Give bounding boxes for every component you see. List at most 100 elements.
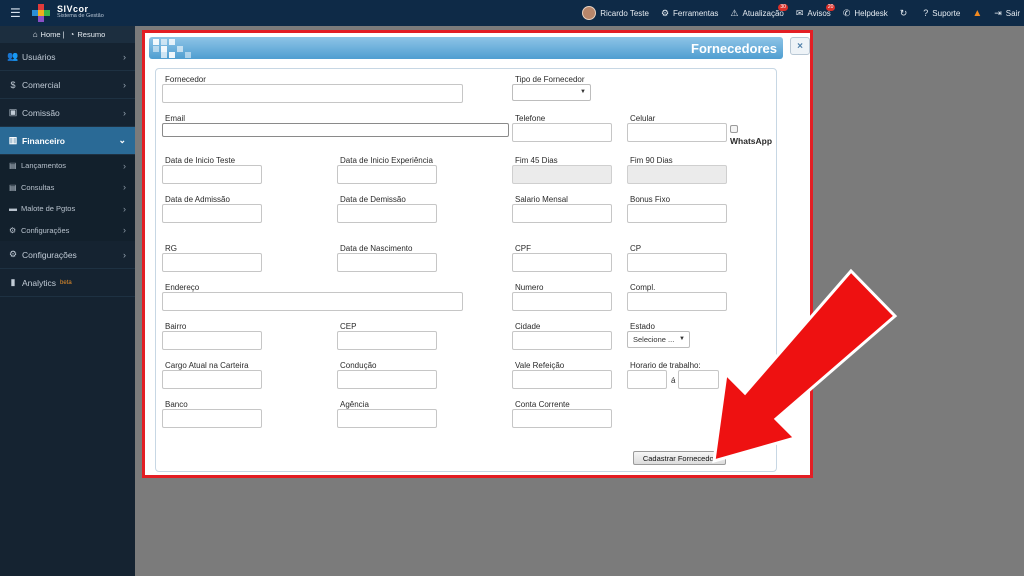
warning-icon: ⚠	[730, 7, 739, 18]
card-icon: ▬	[9, 204, 17, 214]
bar-chart-icon: ▮	[10, 277, 16, 287]
salario-input[interactable]	[512, 204, 612, 223]
sidebar-item-label: Comissão	[22, 107, 60, 118]
sair-button[interactable]: ⇥ Sair	[994, 8, 1020, 19]
fim45-input	[512, 165, 612, 184]
nascimento-input[interactable]	[337, 253, 437, 272]
helpdesk-menu[interactable]: ✆ Helpdesk	[843, 8, 888, 19]
agencia-input[interactable]	[337, 409, 437, 428]
atualizacao-label: Atualização	[742, 8, 784, 18]
vale-input[interactable]	[512, 370, 612, 389]
email-input[interactable]	[162, 123, 509, 137]
compl-input[interactable]	[627, 292, 727, 311]
ferramentas-label: Ferramentas	[673, 8, 719, 18]
sidebar-sub-lancamentos[interactable]: ▤ Lançamentos ›	[0, 155, 135, 177]
chat-icon: ✆	[842, 7, 851, 18]
sidebar-item-comercial[interactable]: $ Comercial ›	[0, 71, 135, 99]
sidebar-sub-consultas[interactable]: ▤ Consultas ›	[0, 176, 135, 198]
compl-label: Compl.	[630, 283, 656, 292]
celular-input[interactable]	[627, 123, 727, 142]
alert-button[interactable]: ▲	[972, 8, 982, 19]
sidebar-item-financeiro[interactable]: ▥ Financeiro ⌄	[0, 127, 135, 155]
conducao-input[interactable]	[337, 370, 437, 389]
alert-icon: ▲	[972, 7, 983, 19]
resumo-link[interactable]: Resumo	[77, 30, 105, 39]
sidebar-item-label: Configurações	[22, 249, 77, 260]
fornecedor-input[interactable]	[162, 84, 463, 103]
refresh-icon: ↻	[899, 7, 908, 18]
cargo-label: Cargo Atual na Carteira	[165, 361, 249, 370]
sidebar-sub-malote[interactable]: ▬ Malote de Pgtos ›	[0, 198, 135, 220]
tipo-label: Tipo de Fornecedor	[515, 75, 585, 84]
question-icon: ?	[923, 8, 929, 18]
user-menu[interactable]: Ricardo Teste	[582, 6, 649, 20]
endereco-label: Endereço	[165, 283, 200, 292]
sair-label: Sair	[1005, 8, 1020, 18]
bank-icon: ▥	[8, 135, 18, 145]
rg-input[interactable]	[162, 253, 262, 272]
form-panel: Fornecedor Tipo de Fornecedor ▼ Email Te…	[155, 68, 777, 472]
bonus-input[interactable]	[627, 204, 727, 223]
cpf-input[interactable]	[512, 253, 612, 272]
cep-label: CEP	[340, 322, 357, 331]
bairro-input[interactable]	[162, 331, 262, 350]
cep-input[interactable]	[337, 331, 437, 350]
home-link[interactable]: Home	[41, 30, 61, 39]
sidebar-item-usuarios[interactable]: 👥 Usuários ›	[0, 43, 135, 71]
inicio-teste-input[interactable]	[162, 165, 262, 184]
sidebar-sub-label: Configurações	[21, 225, 70, 235]
suporte-menu[interactable]: ? Suporte	[923, 8, 960, 18]
horario-fim-input[interactable]	[678, 370, 719, 389]
inicio-exp-label: Data de Inicio Experiência	[340, 156, 433, 165]
cargo-input[interactable]	[162, 370, 262, 389]
sidebar-item-configuracoes[interactable]: ⚙ Configurações ›	[0, 241, 135, 269]
sidebar-item-label: Comercial	[22, 79, 61, 90]
dollar-icon: $	[10, 79, 16, 90]
cadastrar-fornecedor-button[interactable]: Cadastrar Fornecedor	[633, 451, 726, 465]
banco-input[interactable]	[162, 409, 262, 428]
sivcor-logo	[32, 4, 54, 22]
telefone-input[interactable]	[512, 123, 612, 142]
comments-icon: ✉	[795, 7, 804, 18]
avatar	[582, 6, 597, 20]
sidebar-item-analytics[interactable]: ▮ Analytics beta	[0, 269, 135, 297]
admissao-input[interactable]	[162, 204, 262, 223]
fornecedor-label: Fornecedor	[165, 75, 206, 84]
numero-input[interactable]	[512, 292, 612, 311]
cidade-label: Cidade	[515, 322, 541, 331]
chevron-right-icon: ›	[123, 203, 126, 214]
sidebar-sub-configuracoes[interactable]: ⚙ Configurações ›	[0, 219, 135, 241]
refresh-button[interactable]: ↻	[900, 8, 912, 19]
sidebar-item-comissao[interactable]: ▣ Comissão ›	[0, 99, 135, 127]
rg-label: RG	[165, 244, 177, 253]
tipo-select[interactable]: ▼	[512, 84, 591, 101]
estado-select[interactable]: Selecione ... ▼	[627, 331, 690, 348]
conta-input[interactable]	[512, 409, 612, 428]
whatsapp-checkbox[interactable]	[730, 125, 738, 133]
chevron-right-icon: ›	[123, 79, 126, 90]
sign-out-icon: ⇥	[994, 7, 1002, 18]
avisos-badge: 20	[825, 3, 836, 11]
avisos-menu[interactable]: ✉ Avisos 20	[795, 3, 836, 19]
horario-separator: á	[671, 376, 676, 385]
horario-inicio-input[interactable]	[627, 370, 667, 389]
inicio-exp-input[interactable]	[337, 165, 437, 184]
demissao-input[interactable]	[337, 204, 437, 223]
cidade-input[interactable]	[512, 331, 612, 350]
menu-icon[interactable]: ☰	[10, 6, 21, 20]
close-button[interactable]: ×	[790, 37, 810, 55]
atualizacao-badge: 30	[778, 3, 788, 11]
admissao-label: Data de Admissão	[165, 195, 230, 204]
atualizacao-menu[interactable]: ⚠ Atualização 30	[730, 3, 788, 19]
header-pixel-decoration	[151, 38, 193, 58]
file-icon: ▤	[9, 182, 17, 192]
dropdown-arrow-icon: ▼	[580, 89, 586, 95]
endereco-input[interactable]	[162, 292, 463, 311]
sidebar-sub-label: Lançamentos	[21, 161, 67, 171]
brand-subtitle: Sistema de Gestão	[57, 13, 104, 19]
estado-select-value: Selecione ...	[633, 335, 675, 344]
cp-input[interactable]	[627, 253, 727, 272]
fim90-input	[627, 165, 727, 184]
ferramentas-menu[interactable]: ⚙ Ferramentas	[661, 8, 718, 19]
fim90-label: Fim 90 Dias	[630, 156, 673, 165]
